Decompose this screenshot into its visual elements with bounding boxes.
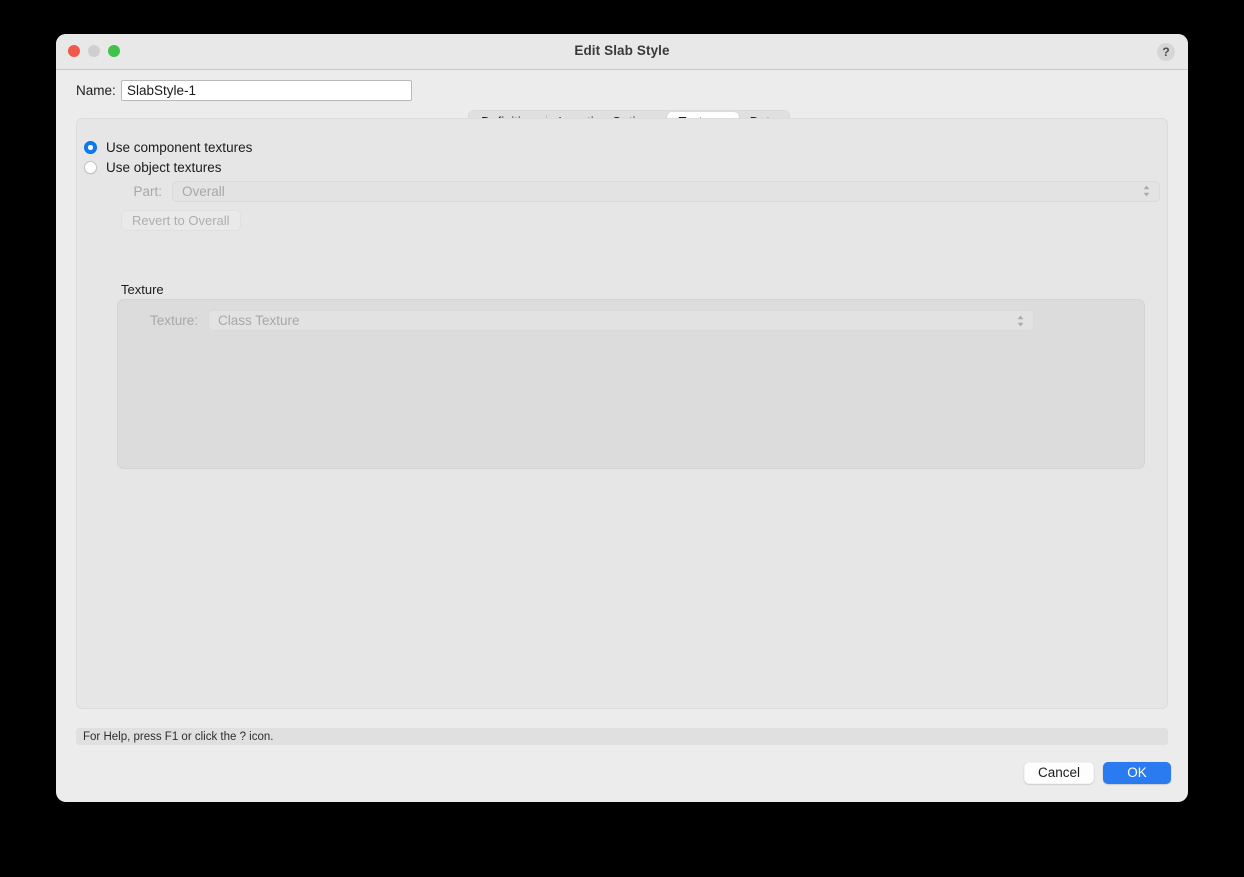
help-icon[interactable]: ?	[1157, 43, 1175, 61]
texture-group-box: Texture: Class Texture	[117, 299, 1145, 469]
texture-dropdown-value: Class Texture	[218, 313, 300, 328]
window-titlebar: Edit Slab Style ?	[56, 34, 1188, 70]
chevron-up-down-icon	[1017, 315, 1024, 326]
texture-row: Texture: Class Texture	[117, 310, 1034, 331]
radio-button-icon-selected[interactable]	[84, 141, 97, 154]
textures-panel: Use component textures Use object textur…	[76, 118, 1168, 709]
part-dropdown[interactable]: Overall	[172, 180, 1160, 202]
radio-use-object-textures[interactable]: Use object textures	[84, 160, 222, 175]
cancel-button[interactable]: Cancel	[1023, 762, 1094, 784]
radio-use-component-textures[interactable]: Use component textures	[84, 140, 252, 155]
status-bar-text: For Help, press F1 or click the ? icon.	[83, 730, 274, 743]
edit-slab-style-window: Edit Slab Style ? Name: Definition Inser…	[56, 34, 1188, 802]
part-dropdown-value: Overall	[182, 183, 225, 199]
chevron-up-down-icon	[1143, 185, 1150, 197]
radio-label-component-textures: Use component textures	[106, 140, 253, 155]
ok-button[interactable]: OK	[1103, 762, 1171, 784]
part-label: Part:	[133, 183, 162, 199]
radio-label-object-textures: Use object textures	[106, 160, 222, 175]
texture-dropdown[interactable]: Class Texture	[208, 310, 1034, 331]
revert-to-overall-button[interactable]: Revert to Overall	[121, 210, 241, 231]
texture-group-label: Texture	[121, 282, 164, 297]
status-bar: For Help, press F1 or click the ? icon.	[76, 728, 1168, 745]
dialog-footer: Cancel OK	[1023, 762, 1171, 784]
name-input[interactable]	[121, 79, 412, 101]
texture-label: Texture:	[149, 313, 198, 328]
name-label: Name:	[76, 82, 116, 98]
radio-button-icon-unselected[interactable]	[84, 161, 97, 174]
name-row: Name:	[56, 78, 1188, 102]
part-row: Part: Overall	[84, 180, 1160, 202]
window-title: Edit Slab Style	[574, 43, 670, 58]
